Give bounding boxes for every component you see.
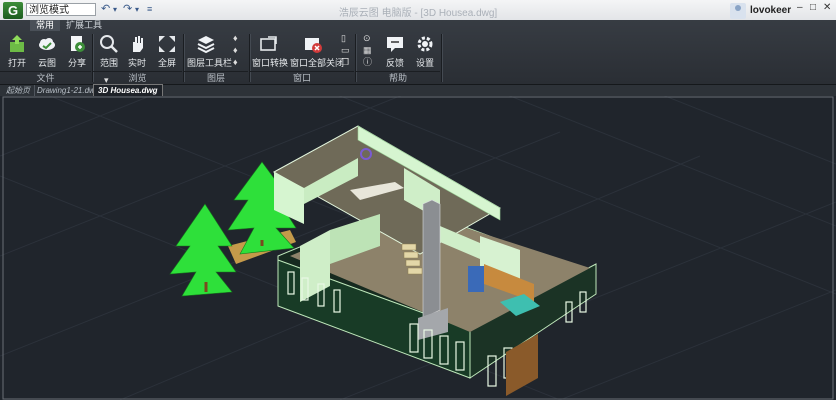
house-model-drawing: [0, 96, 836, 400]
fullscreen-label: 全屏: [157, 58, 176, 68]
layer-toolbar-label: 图层工具栏: [187, 58, 233, 68]
cloud-label: 云图: [37, 58, 56, 68]
group-file: 文件: [0, 71, 91, 84]
layer-freeze-icon[interactable]: ♦: [233, 34, 244, 43]
tab-common[interactable]: 常用: [30, 20, 61, 31]
fullscreen-icon: [159, 36, 175, 52]
tile-vertical-icon[interactable]: ▯: [341, 34, 352, 43]
cloud-button[interactable]: 云图: [31, 32, 63, 72]
realtime-label: 实时: [127, 58, 146, 68]
realtime-button[interactable]: 实时: [121, 32, 153, 72]
help-icon[interactable]: ⊙: [363, 34, 374, 43]
close-all-windows-button[interactable]: 窗口全部关闭: [290, 32, 345, 72]
open-button[interactable]: 打开: [1, 32, 33, 72]
close-all-windows-label: 窗口全部关闭: [290, 58, 345, 68]
ribbon: 常用 扩展工具 打开 云图 分享 文件 范围 ▾ 实时 全屏 浏览 图层工具栏 …: [0, 20, 836, 85]
feedback-label: 反馈: [385, 58, 404, 68]
apps-icon[interactable]: ▦: [363, 46, 374, 55]
magnifier-icon: [100, 35, 118, 53]
window-switch-icon: [260, 36, 277, 51]
cascade-icon[interactable]: ❐: [341, 58, 352, 67]
maximize-button[interactable]: □: [810, 2, 816, 13]
group-window: 窗口: [250, 71, 354, 84]
feedback-icon: [387, 37, 403, 52]
gear-icon: [417, 36, 433, 52]
open-icon: [10, 35, 24, 52]
share-label: 分享: [67, 58, 86, 68]
close-windows-icon: [305, 38, 322, 53]
layer-visible-icon[interactable]: ♦: [233, 58, 244, 67]
tile-horizontal-icon[interactable]: ▭: [341, 46, 352, 55]
divider-5: [441, 34, 443, 82]
layer-lock-icon[interactable]: ♦: [233, 46, 244, 55]
layer-toolbar-button[interactable]: 图层工具栏: [187, 32, 233, 72]
avatar[interactable]: [730, 3, 746, 19]
cloud-icon: [39, 38, 55, 50]
window-title: 浩辰云图 电脑版 - [3D Housea.dwg]: [338, 8, 498, 19]
layers-icon: [197, 36, 215, 54]
settings-label: 设置: [415, 58, 434, 68]
close-button[interactable]: ✕: [823, 2, 831, 13]
group-layer: 图层: [184, 71, 248, 84]
user-name: lovokeer: [750, 5, 792, 16]
group-browse: 浏览: [93, 71, 182, 84]
share-icon: [71, 36, 85, 52]
hand-pan-icon: [133, 36, 143, 52]
drawing-canvas[interactable]: [0, 96, 836, 400]
info-icon[interactable]: ⓘ: [363, 58, 374, 67]
open-label: 打开: [7, 58, 26, 68]
tab-extension-tools[interactable]: 扩展工具: [60, 20, 108, 31]
tab-start-page[interactable]: 起始页: [2, 85, 35, 96]
feedback-button[interactable]: 反馈: [379, 32, 411, 72]
tab-3d-housea[interactable]: 3D Housea.dwg: [93, 84, 163, 96]
minimize-button[interactable]: –: [797, 2, 803, 13]
settings-button[interactable]: 设置: [409, 32, 441, 72]
group-help: 帮助: [356, 71, 440, 84]
window-switch-button[interactable]: 窗口转换: [252, 32, 289, 72]
share-button[interactable]: 分享: [61, 32, 93, 72]
window-switch-label: 窗口转换: [252, 58, 289, 68]
title-bar: G 浏览模式 ↶ ▾ ↷ ▾ ≡ 浩辰云图 电脑版 - [3D Housea.d…: [0, 0, 836, 21]
fullscreen-button[interactable]: 全屏: [151, 32, 183, 72]
